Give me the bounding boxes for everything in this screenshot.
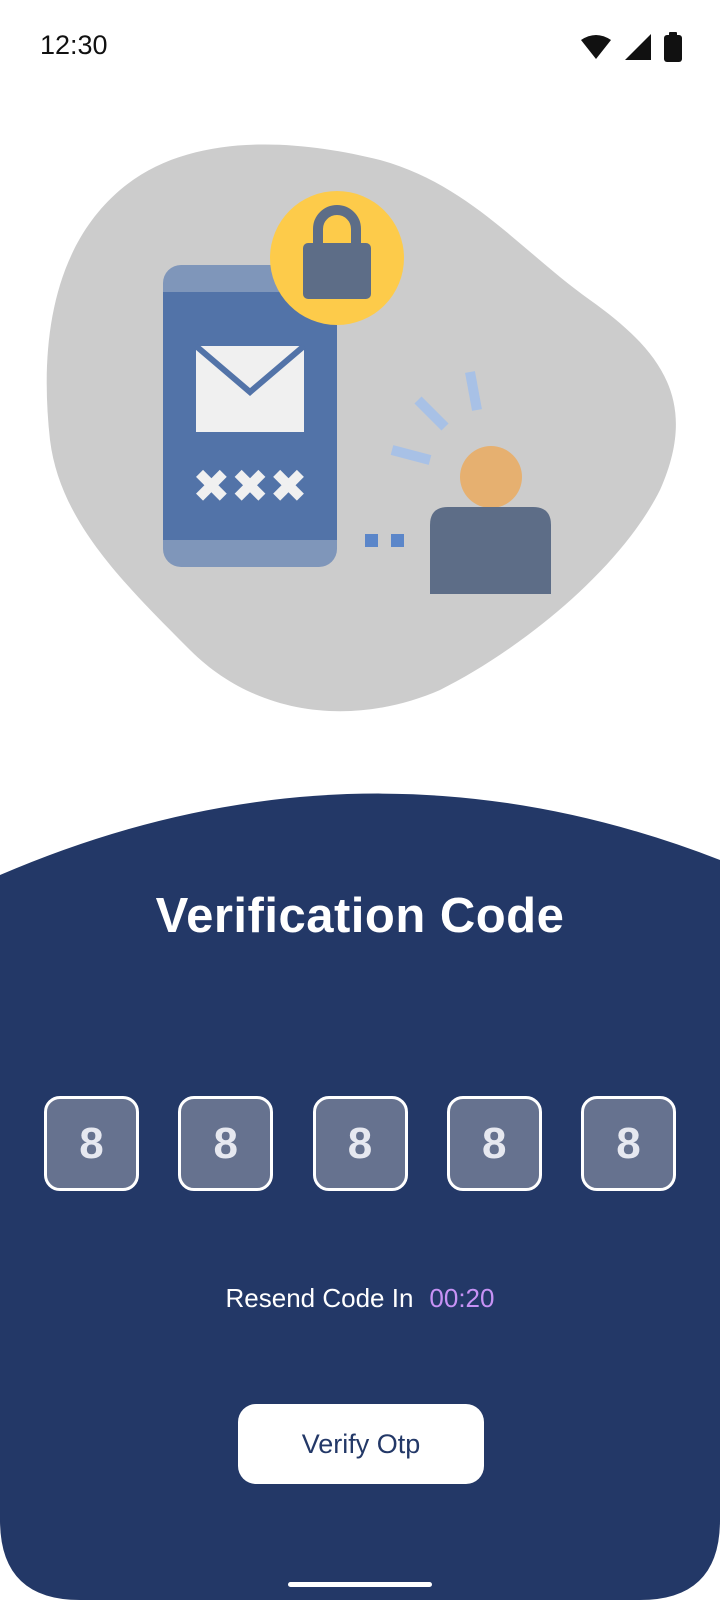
signal-icon — [625, 34, 651, 60]
status-time: 12:30 — [40, 30, 108, 60]
page-title: Verification Code — [155, 889, 565, 943]
wifi-icon — [581, 35, 611, 59]
otp-digit-1[interactable]: 8 — [44, 1096, 139, 1191]
masked-code: ✖✖✖ — [192, 459, 308, 513]
resend-label: Resend Code In — [225, 1283, 414, 1313]
status-bar: 12:30 — [0, 0, 720, 96]
resend-timer: 00:20 — [429, 1283, 495, 1313]
otp-input-row: 8 8 8 8 8 — [44, 1096, 676, 1196]
lock-icon — [270, 191, 404, 325]
otp-digit-4[interactable]: 8 — [446, 1096, 542, 1191]
otp-digit-2[interactable]: 8 — [178, 1096, 274, 1191]
home-indicator[interactable] — [288, 1582, 432, 1587]
resend-code-row: Resend Code In 00:20 — [0, 1283, 720, 1314]
battery-icon — [664, 32, 682, 62]
otp-digit-3[interactable]: 8 — [312, 1096, 408, 1191]
status-icons — [580, 30, 682, 64]
envelope-icon — [194, 343, 306, 432]
verification-illustration: ✖✖✖ — [0, 120, 720, 760]
otp-digit-5[interactable]: 8 — [581, 1096, 676, 1191]
verify-otp-button[interactable]: Verify Otp — [238, 1404, 484, 1484]
